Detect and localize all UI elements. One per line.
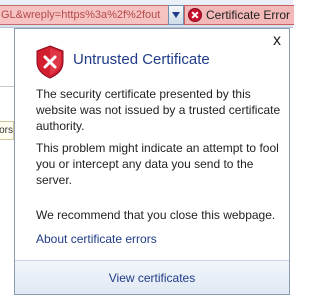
divider — [0, 86, 14, 87]
address-dropdown-button[interactable] — [168, 5, 184, 25]
certificate-error-label: Certificate Error — [206, 8, 291, 22]
paragraph-recommendation: We recommend that you close this webpage… — [36, 208, 276, 222]
address-toolbar: GL&wreply=https%3a%2f%2fout Certificate … — [0, 0, 294, 28]
chevron-down-icon — [172, 12, 180, 18]
paragraph-untrusted: The security certificate presented by th… — [36, 87, 281, 133]
address-field[interactable]: GL&wreply=https%3a%2f%2fout — [0, 5, 170, 25]
certificate-error-popup: x Untrusted Certificate The security cer… — [14, 28, 290, 295]
about-certificate-errors-link[interactable]: About certificate errors — [36, 232, 157, 246]
paragraph-risk: This problem might indicate an attempt t… — [36, 141, 279, 187]
popup-title: Untrusted Certificate — [73, 51, 210, 68]
view-certificates-link[interactable]: View certificates — [109, 271, 195, 285]
popup-footer: View certificates — [15, 260, 289, 294]
certificate-error-button[interactable]: Certificate Error — [184, 5, 294, 25]
error-icon — [188, 8, 202, 22]
shield-error-icon — [35, 45, 65, 84]
page-background — [0, 28, 14, 297]
partial-tooltip: ors. — [0, 121, 14, 140]
close-icon[interactable]: x — [270, 33, 284, 49]
